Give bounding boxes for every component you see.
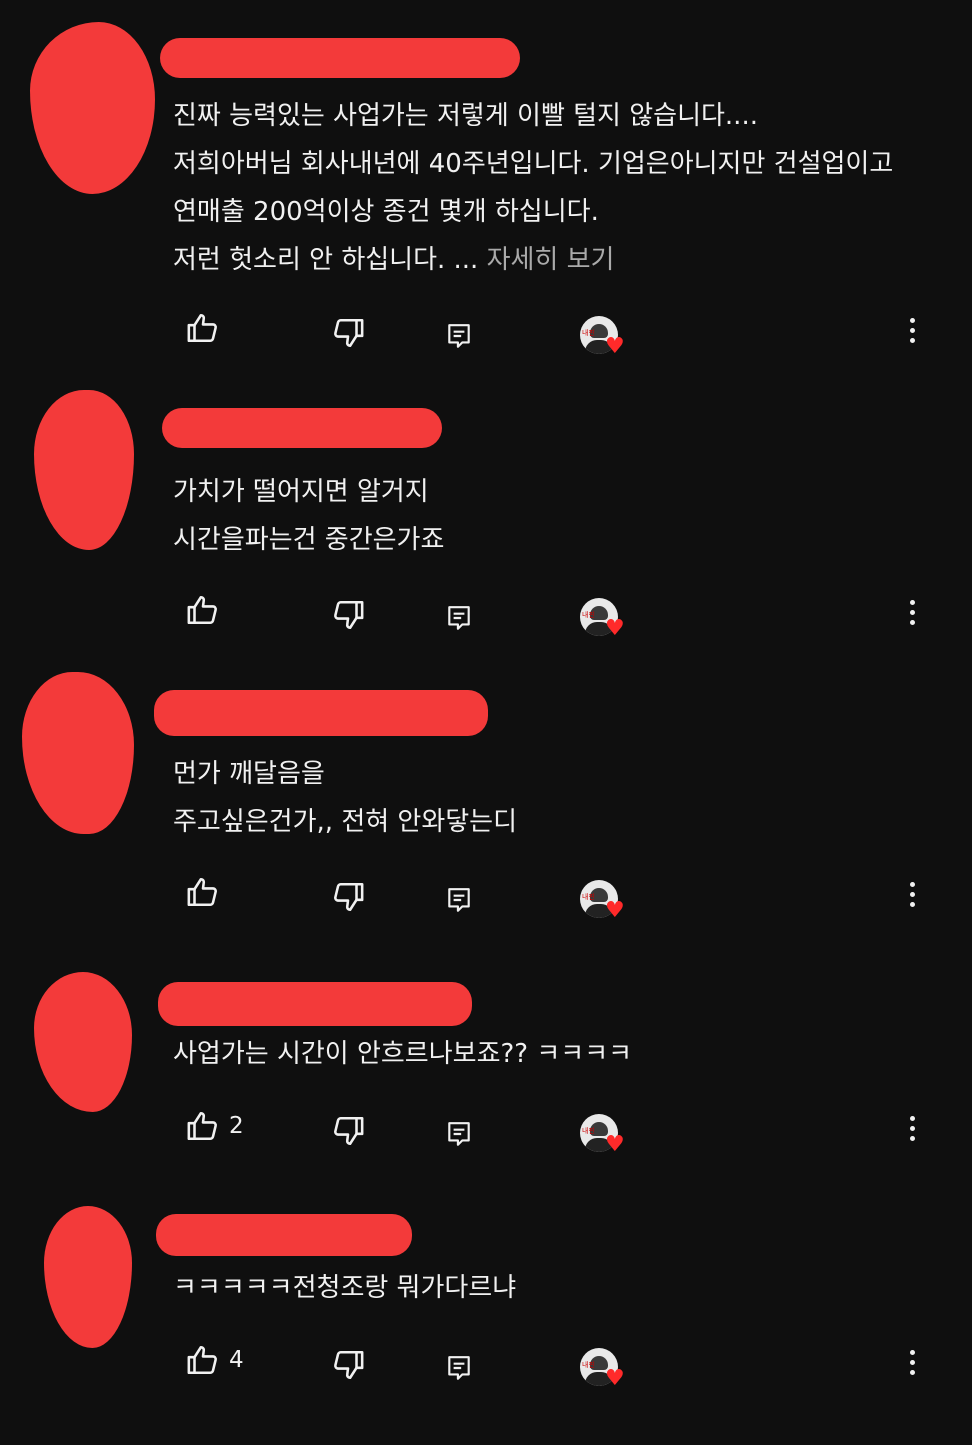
- thumbs-up-icon: [187, 1111, 217, 1141]
- comment-actions: 내핀 ♥: [0, 590, 972, 640]
- creator-heart-icon: ♥: [605, 1366, 625, 1391]
- dislike-button[interactable]: [330, 316, 366, 350]
- thumbs-down-icon: [334, 1116, 364, 1146]
- redacted-avatar[interactable]: [34, 390, 134, 550]
- dislike-button[interactable]: [330, 1348, 366, 1382]
- comment-line: 저런 헛소리 안 하십니다. ... 자세히 보기: [173, 245, 615, 275]
- thumbs-down-icon: [334, 1350, 364, 1380]
- more-options-button[interactable]: [900, 880, 924, 920]
- creator-heart[interactable]: 내핀 ♥: [580, 316, 630, 360]
- creator-heart[interactable]: 내핀 ♥: [580, 1348, 630, 1392]
- like-button[interactable]: 2: [185, 1109, 244, 1143]
- comment-text: 가치가 떨어지면 알거지 시간을파는건 중간은가죠: [173, 468, 444, 564]
- comment-text: 먼가 깨달음을 주고싶은건가,, 전혀 안와닿는디: [173, 750, 517, 846]
- redacted-username[interactable]: [162, 408, 442, 448]
- comment-text: 진짜 능력있는 사업가는 저렇게 이빨 털지 않습니다.... 저희아버님 회사…: [173, 92, 893, 284]
- like-count: 2: [229, 1113, 244, 1139]
- comment-text: 사업가는 시간이 안흐르나보죠?? ㅋㅋㅋㅋ: [173, 1030, 632, 1078]
- creator-heart[interactable]: 내핀 ♥: [580, 880, 630, 924]
- reply-button[interactable]: [446, 1120, 472, 1148]
- like-button[interactable]: [185, 875, 229, 909]
- read-more-link[interactable]: 자세히 보기: [487, 245, 615, 275]
- reply-button[interactable]: [446, 1354, 472, 1382]
- thumbs-down-icon: [334, 318, 364, 348]
- comment-line: 연매출 200억이상 종건 몇개 하십니다.: [173, 197, 599, 227]
- reply-button[interactable]: [446, 604, 472, 632]
- thumbs-up-icon: [187, 313, 217, 343]
- comment-line: 진짜 능력있는 사업가는 저렇게 이빨 털지 않습니다....: [173, 101, 758, 131]
- thumbs-down-icon: [334, 882, 364, 912]
- comment-line: 저희아버님 회사내년에 40주년입니다. 기업은아니지만 건설업이고: [173, 149, 894, 179]
- comment-text: ㅋㅋㅋㅋㅋ전청조랑 뭐가다르냐: [173, 1264, 516, 1312]
- creator-heart[interactable]: 내핀 ♥: [580, 1114, 630, 1158]
- comment-actions: 내핀 ♥: [0, 308, 972, 358]
- dislike-button[interactable]: [330, 598, 366, 632]
- reply-icon: [448, 1356, 470, 1380]
- thumbs-up-icon: [187, 877, 217, 907]
- redacted-avatar[interactable]: [30, 22, 155, 194]
- comment-line: 주고싶은건가,, 전혀 안와닿는디: [173, 807, 518, 837]
- comment-actions: 내핀 ♥: [0, 872, 972, 922]
- reply-button[interactable]: [446, 886, 472, 914]
- creator-heart-icon: ♥: [605, 334, 625, 359]
- thumbs-up-icon: [187, 1345, 217, 1375]
- reply-button[interactable]: [446, 322, 472, 350]
- thumbs-up-icon: [187, 595, 217, 625]
- more-options-button[interactable]: [900, 1114, 924, 1154]
- redacted-avatar[interactable]: [34, 972, 132, 1112]
- like-count: 4: [229, 1347, 244, 1373]
- reply-icon: [448, 888, 470, 912]
- redacted-username[interactable]: [156, 1214, 412, 1256]
- comment-line: 가치가 떨어지면 알거지: [173, 477, 429, 507]
- reply-icon: [448, 324, 470, 348]
- comment-line: 시간을파는건 중간은가죠: [173, 525, 445, 555]
- dislike-button[interactable]: [330, 880, 366, 914]
- like-button[interactable]: [185, 593, 229, 627]
- comment-line: 사업가는 시간이 안흐르나보죠?? ㅋㅋㅋㅋ: [173, 1039, 633, 1069]
- more-options-button[interactable]: [900, 598, 924, 638]
- creator-heart-icon: ♥: [605, 898, 625, 923]
- comment-line: 먼가 깨달음을: [173, 759, 325, 789]
- redacted-avatar[interactable]: [22, 672, 134, 834]
- dislike-button[interactable]: [330, 1114, 366, 1148]
- comment-actions: 2 내핀 ♥: [0, 1106, 972, 1156]
- like-button[interactable]: 4: [185, 1343, 244, 1377]
- creator-heart[interactable]: 내핀 ♥: [580, 598, 630, 642]
- more-options-button[interactable]: [900, 316, 924, 356]
- more-options-button[interactable]: [900, 1348, 924, 1388]
- creator-heart-icon: ♥: [605, 616, 625, 641]
- comment-line: ㅋㅋㅋㅋㅋ전청조랑 뭐가다르냐: [173, 1273, 517, 1303]
- reply-icon: [448, 1122, 470, 1146]
- creator-heart-icon: ♥: [605, 1132, 625, 1157]
- redacted-avatar[interactable]: [44, 1206, 132, 1348]
- like-button[interactable]: [185, 311, 229, 345]
- redacted-username[interactable]: [160, 38, 520, 78]
- comment-actions: 4 내핀 ♥: [0, 1340, 972, 1390]
- redacted-username[interactable]: [154, 690, 488, 736]
- thumbs-down-icon: [334, 600, 364, 630]
- reply-icon: [448, 606, 470, 630]
- redacted-username[interactable]: [158, 982, 472, 1026]
